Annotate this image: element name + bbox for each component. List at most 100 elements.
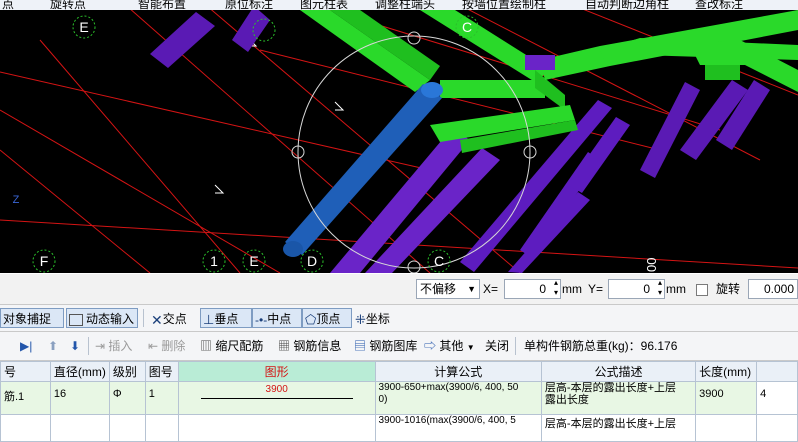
formula-line: 0) xyxy=(378,394,388,405)
cell-diameter[interactable] xyxy=(49,414,110,442)
cell-name[interactable]: 筋.1 xyxy=(0,381,51,415)
coordinate-statusbar: 不偏移 ▼ X= 0 ▴ ▾ mm Y= 0 ▴ ▾ mm 旋转 0.000 xyxy=(0,274,798,305)
other-icon: ⇨ xyxy=(424,339,437,353)
cell-shape[interactable] xyxy=(177,414,376,442)
cell-description[interactable]: 层高-本层的露出长度+上层 xyxy=(540,414,697,442)
formula-line: 3900-650+max(3900/6, 400, 50 xyxy=(378,382,519,394)
intersection-snap-button[interactable]: ✕交点 xyxy=(148,308,200,328)
spin-icon[interactable]: ▴ ▾ xyxy=(554,278,558,298)
column-header-formula[interactable]: 计算公式 xyxy=(374,361,542,382)
cell-diameter[interactable]: 16 xyxy=(49,381,110,415)
move-down-icon[interactable]: ⬇ xyxy=(70,336,80,356)
column-header-grade[interactable]: 级别 xyxy=(108,361,146,382)
offset-select[interactable]: 不偏移 ▼ xyxy=(416,279,480,299)
y-coordinate-input[interactable]: 0 ▴ ▾ xyxy=(608,278,665,299)
separator xyxy=(143,309,144,327)
cell-length[interactable]: 3900 xyxy=(695,381,758,415)
cell-shape[interactable]: 3900 xyxy=(177,381,376,415)
rebar-info-button[interactable]: ▦ 钢筋信息 xyxy=(278,336,341,356)
rotate-checkbox[interactable] xyxy=(696,284,708,296)
delete-button[interactable]: ⇤ 删除 xyxy=(148,336,185,356)
spin-icon[interactable]: ▴ ▾ xyxy=(658,278,662,298)
separator xyxy=(88,337,89,355)
last-record-icon[interactable]: ▶| xyxy=(20,336,32,356)
rotate-label: 旋转 xyxy=(716,282,741,296)
y-label: Y= xyxy=(588,282,604,296)
axis-label-f: F xyxy=(40,253,49,269)
other-label: 其他 xyxy=(439,339,464,353)
scale-rebar-label: 缩尺配筋 xyxy=(215,339,264,353)
column-header-figure-no[interactable]: 图号 xyxy=(144,361,179,382)
cell-formula[interactable]: 3900-1016(max(3900/6, 400, 5 xyxy=(374,414,542,442)
perpendicular-label: 垂点 xyxy=(214,312,239,326)
coordinate-icon: ⁜ xyxy=(355,311,366,327)
insert-button[interactable]: ⇥ 插入 xyxy=(95,336,132,356)
object-snap-button[interactable]: 对象捕捉 xyxy=(0,308,64,328)
ruler-digits: 00 xyxy=(644,258,659,272)
column-header-length[interactable]: 长度(mm) xyxy=(695,361,758,382)
dynamic-input-button[interactable]: 动态输入 xyxy=(66,308,138,328)
intersection-label: 交点 xyxy=(162,312,187,326)
rebar-library-button[interactable]: ▤ 钢筋图库 xyxy=(354,336,417,356)
rotate-value: 0.000 xyxy=(763,282,794,296)
cell-name[interactable] xyxy=(0,414,51,442)
insert-icon: ⇥ xyxy=(95,339,106,353)
coordinate-snap-button[interactable]: ⁜坐标 xyxy=(352,308,404,328)
cell-grade[interactable]: Φ xyxy=(108,381,146,415)
axis-label-e-top: E xyxy=(79,19,88,35)
rebar-info-icon: ▦ xyxy=(278,339,291,353)
column-header-description[interactable]: 公式描述 xyxy=(540,361,697,382)
model-3d-scene: E C F 1 E D C Z 00 xyxy=(0,10,798,273)
move-up-icon[interactable]: ⬆ xyxy=(48,336,58,356)
ruler-icon: ▥ xyxy=(200,339,213,353)
axis-label-c-top: C xyxy=(462,19,472,35)
scale-rebar-button[interactable]: ▥ 缩尺配筋 xyxy=(200,336,263,356)
column-header-diameter[interactable]: 直径(mm) xyxy=(49,361,110,382)
description-line: 层高-本层的露出长度+上层 xyxy=(544,382,677,395)
rotate-input[interactable]: 0.000 xyxy=(748,279,798,299)
table-header-row: 号 直径(mm) 级别 图号 图形 计算公式 公式描述 长度(mm) xyxy=(0,361,798,382)
insert-label: 插入 xyxy=(108,339,133,353)
cell-length[interactable] xyxy=(695,414,758,442)
axis-label-1: 1 xyxy=(210,253,218,269)
coordinate-label: 坐标 xyxy=(365,312,390,326)
model-viewport[interactable]: E C F 1 E D C Z 00 xyxy=(0,10,798,273)
vertex-snap-button[interactable]: ⬠顶点 xyxy=(302,308,352,328)
delete-icon: ⇤ xyxy=(148,339,159,353)
x-label: X= xyxy=(483,282,499,296)
grid-markers xyxy=(214,37,345,194)
cell-figure-no[interactable]: 1 xyxy=(144,381,179,415)
cell-figure-no[interactable] xyxy=(144,414,179,442)
axis-label-c-bottom: C xyxy=(434,253,444,269)
rebar-shape-line xyxy=(200,398,353,399)
cell-count[interactable] xyxy=(756,414,798,442)
shape-value: 3900 xyxy=(265,384,288,395)
axis-label-d: D xyxy=(307,253,317,269)
column-header-count[interactable] xyxy=(756,361,798,382)
cell-formula[interactable]: 3900-650+max(3900/6, 400, 50 0) xyxy=(374,381,542,415)
vertex-label: 顶点 xyxy=(316,312,341,326)
table-row[interactable]: 筋.1 16 Φ 1 3900 3900-650+max(3900/6, 400… xyxy=(0,381,798,415)
cell-count[interactable]: 4 xyxy=(756,381,798,415)
column-header-shape[interactable]: 图形 xyxy=(177,361,376,382)
separator xyxy=(515,337,516,355)
perpendicular-snap-button[interactable]: ⊥垂点 xyxy=(200,308,252,328)
cell-grade[interactable] xyxy=(108,414,146,442)
intersection-icon: ✕ xyxy=(151,311,163,328)
delete-label: 删除 xyxy=(161,339,186,353)
midpoint-snap-button[interactable]: -•-中点 xyxy=(252,308,302,328)
close-button[interactable]: 关闭 xyxy=(485,336,509,356)
perpendicular-icon: ⊥ xyxy=(203,311,215,327)
x-coordinate-input[interactable]: 0 ▴ ▾ xyxy=(504,278,561,299)
other-menu-button[interactable]: ⇨ 其他 ▼ xyxy=(424,336,475,356)
total-weight-label: 单构件钢筋总重(kg)：96.176 xyxy=(524,339,678,353)
x-unit: mm xyxy=(562,282,582,296)
rebar-grid-toolbar: ▶| ⬆ ⬇ ⇥ 插入 ⇤ 删除 ▥ 缩尺配筋 ▦ 钢筋信息 ▤ 钢筋图库 ⇨ … xyxy=(0,332,798,361)
z-axis-indicator: Z xyxy=(13,194,20,206)
table-row[interactable]: 3900-1016(max(3900/6, 400, 5 层高-本层的露出长度+… xyxy=(0,414,798,442)
cell-description[interactable]: 层高-本层的露出长度+上层 露出长度 xyxy=(540,381,697,415)
chevron-down-icon: ▼ xyxy=(466,343,475,352)
snap-toolbar: 对象捕捉 动态输入 ✕交点 ⊥垂点 -•-中点 ⬠顶点 ⁜坐标 xyxy=(0,305,798,332)
keyboard-icon xyxy=(69,313,83,326)
column-header-name[interactable]: 号 xyxy=(0,361,51,382)
